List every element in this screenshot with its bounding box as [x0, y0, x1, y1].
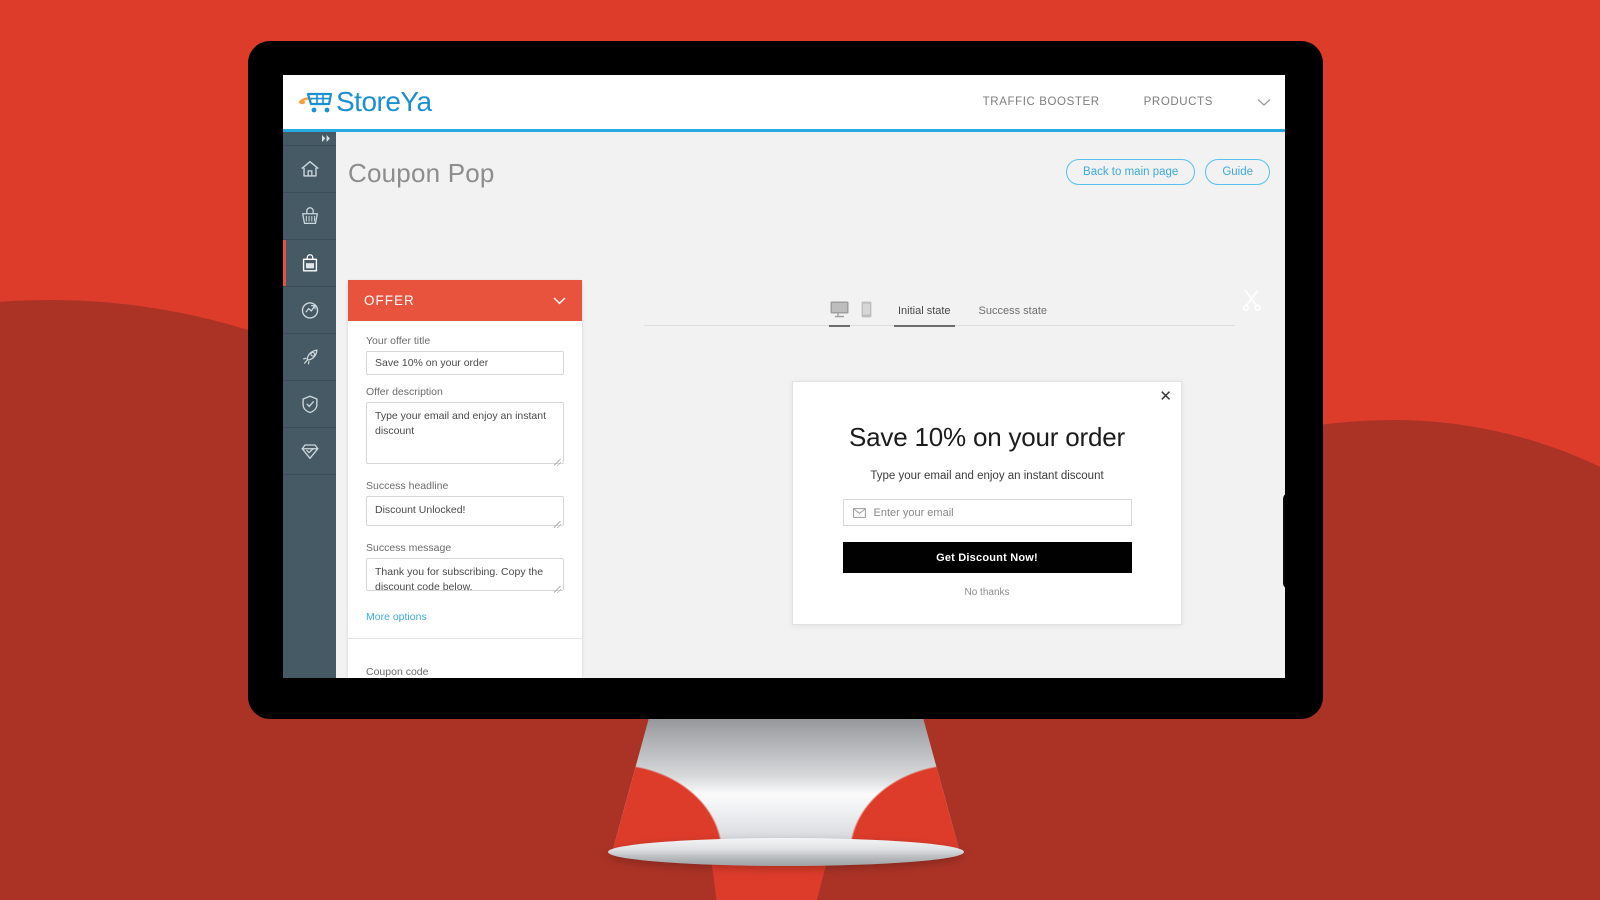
field-success-headline: Success headline: [366, 480, 564, 531]
sidebar-item-loyalty[interactable]: [283, 428, 336, 475]
discount-side-tab-label: Discount: [1283, 493, 1285, 589]
app-content: Coupon Pop Back to main page Guide OFFER…: [336, 132, 1285, 678]
offer-description-textarea[interactable]: [366, 402, 564, 464]
desktop-icon: [830, 301, 849, 318]
tab-initial-state[interactable]: Initial state: [890, 305, 959, 327]
success-message-textarea[interactable]: [366, 558, 564, 591]
shopping-bag-icon: [302, 254, 317, 272]
double-chevron-right-icon: [322, 135, 330, 142]
device-toggle-desktop[interactable]: [824, 301, 855, 327]
more-options-link[interactable]: More options: [366, 611, 427, 623]
back-to-main-page-button[interactable]: Back to main page: [1066, 159, 1196, 185]
sidebar-item-basket[interactable]: [283, 193, 336, 240]
popup-headline: Save 10% on your order: [849, 422, 1125, 452]
sidebar-item-analytics[interactable]: [283, 287, 336, 334]
offer-panel-header[interactable]: OFFER: [348, 280, 582, 321]
close-icon[interactable]: ✕: [1159, 389, 1172, 404]
topnav-item-traffic-booster[interactable]: TRAFFIC BOOSTER: [983, 96, 1100, 108]
sidebar-item-home[interactable]: [283, 146, 336, 193]
offer-panel: OFFER Your offer title Offer description: [348, 280, 582, 678]
field-offer-title: Your offer title: [366, 335, 564, 375]
offer-panel-body: Your offer title Offer description Succe…: [348, 321, 582, 678]
sidebar-item-promotions[interactable]: [283, 240, 336, 287]
home-icon: [300, 160, 319, 177]
field-label: Coupon code: [366, 666, 429, 678]
offer-title-input[interactable]: [366, 351, 564, 375]
popup-subtext: Type your email and enjoy an instant dis…: [870, 470, 1104, 482]
field-success-message: Success message: [366, 542, 564, 596]
brand-logo[interactable]: StoreYa: [298, 86, 432, 118]
sidebar-rail: [283, 132, 336, 678]
shield-check-icon: [301, 395, 318, 414]
rocket-icon: [302, 349, 318, 365]
sidebar-item-boost[interactable]: [283, 334, 336, 381]
monitor-stand-neck: [612, 713, 960, 853]
scissors-icon: [1242, 290, 1261, 311]
guide-button[interactable]: Guide: [1205, 159, 1270, 185]
offer-panel-title: OFFER: [364, 293, 415, 308]
gem-check-icon: [301, 444, 318, 459]
envelope-icon: [852, 507, 866, 518]
shopping-cart-icon: [298, 89, 334, 115]
field-label: Success message: [366, 542, 452, 554]
clock-analytics-icon: [301, 302, 318, 319]
field-coupon-code: Coupon code Add unique codes (optional): [366, 639, 564, 678]
chevron-down-icon[interactable]: [553, 293, 566, 308]
monitor-bezel: StoreYa TRAFFIC BOOSTER PRODUCTS Coupon …: [248, 41, 1323, 719]
popup-decline-link[interactable]: No thanks: [793, 587, 1181, 598]
mobile-icon: [861, 301, 872, 318]
topnav-item-products[interactable]: PRODUCTS: [1144, 96, 1213, 108]
app-topbar: StoreYa TRAFFIC BOOSTER PRODUCTS: [283, 75, 1285, 132]
popup-email-input[interactable]: Enter your email: [842, 499, 1132, 526]
shopping-basket-icon: [301, 207, 318, 224]
field-label: Your offer title: [366, 335, 431, 347]
chevron-down-icon[interactable]: [1257, 95, 1271, 110]
monitor-screen: StoreYa TRAFFIC BOOSTER PRODUCTS Coupon …: [283, 75, 1285, 678]
field-label: Success headline: [366, 480, 449, 492]
monitor-stand-base: [608, 838, 964, 866]
device-toggle-mobile[interactable]: [855, 301, 878, 326]
brand-name: StoreYa: [336, 86, 432, 117]
popup-email-placeholder: Enter your email: [873, 506, 954, 519]
field-offer-description: Offer description: [366, 386, 564, 469]
tab-success-state[interactable]: Success state: [971, 305, 1055, 326]
sidebar-collapse-button[interactable]: [283, 132, 336, 146]
sidebar-item-protect[interactable]: [283, 381, 336, 428]
top-navigation: TRAFFIC BOOSTER PRODUCTS: [983, 95, 1271, 110]
page-actions: Back to main page Guide: [1066, 159, 1270, 185]
coupon-popup-preview: ✕ Save 10% on your order Type your email…: [792, 381, 1182, 625]
field-label: Offer description: [366, 386, 443, 398]
success-headline-textarea[interactable]: [366, 496, 564, 526]
discount-side-tab[interactable]: Discount: [1283, 493, 1285, 589]
preview-toolbar: Initial state Success state: [594, 280, 1285, 327]
preview-area: Initial state Success state ✕ Save 10% o…: [594, 280, 1285, 678]
popup-cta-button[interactable]: Get Discount Now!: [842, 542, 1132, 573]
